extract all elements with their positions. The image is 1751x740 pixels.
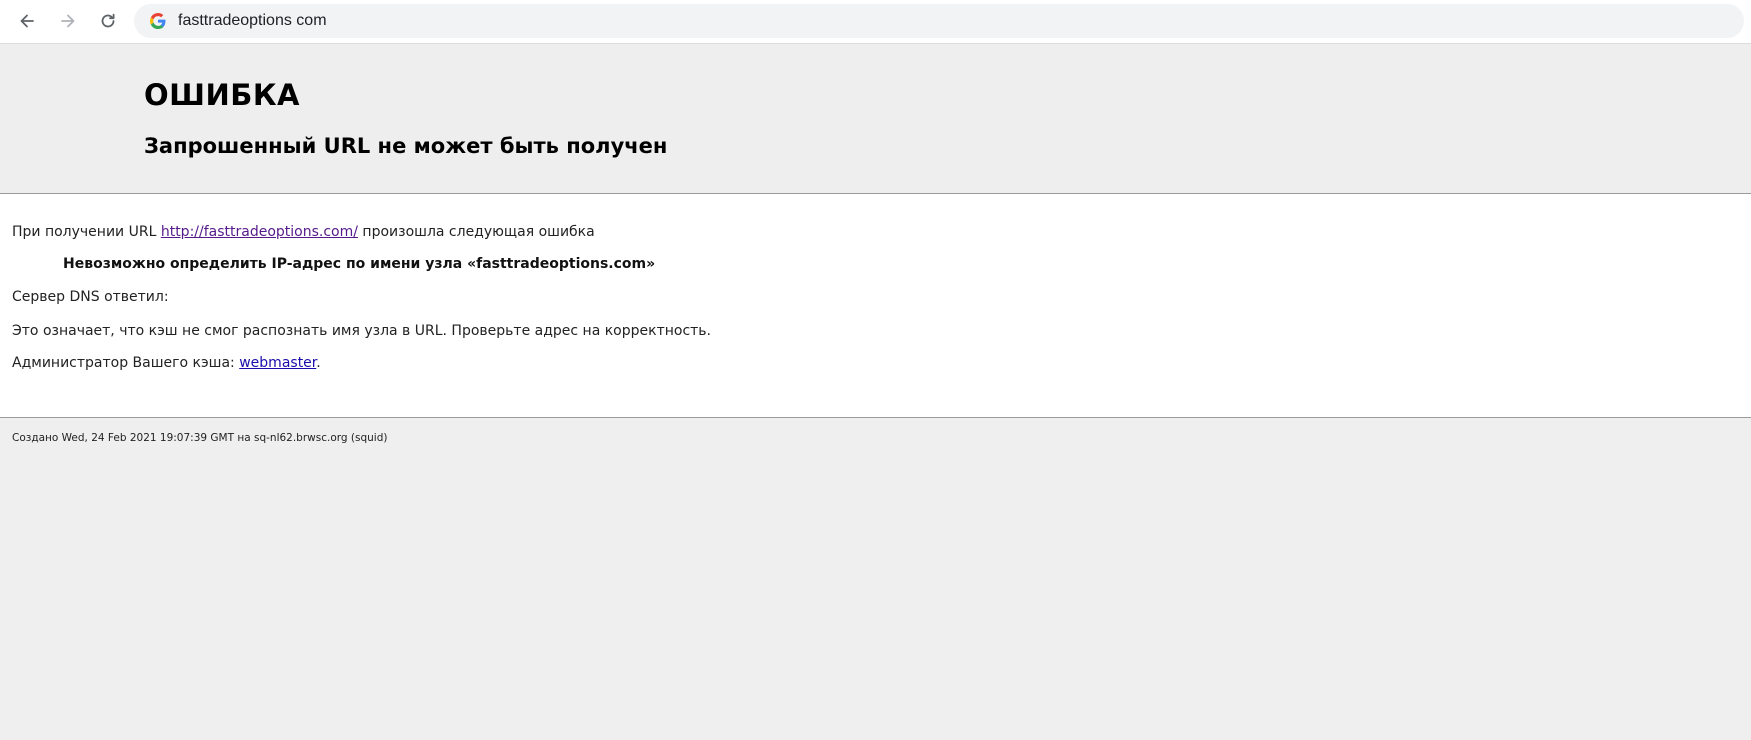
footer-text: Создано Wed, 24 Feb 2021 19:07:39 GMT на… (12, 432, 388, 444)
webmaster-link[interactable]: webmaster (239, 355, 316, 371)
explanation-text: Это означает, что кэш не смог распознать… (12, 323, 712, 339)
admin-text-after: . (316, 355, 321, 371)
page-subtitle: Запрошенный URL не может быть получен (144, 134, 668, 158)
admin-line: Администратор Вашего кэша: webmaster. (12, 355, 321, 371)
arrow-right-icon (61, 14, 75, 28)
page-title: ОШИБКА (144, 78, 301, 112)
intro-text-after: произошла следующая ошибка (362, 224, 595, 240)
dns-reply-text: Сервер DNS ответил: (12, 289, 169, 305)
google-g-icon (150, 13, 166, 29)
address-bar[interactable]: fasttradeoptions com (134, 4, 1744, 38)
url-text[interactable]: fasttradeoptions com (178, 4, 327, 38)
requested-url-link[interactable]: http://fasttradeoptions.com/ (161, 224, 358, 240)
error-message: Невозможно определить IP-адрес по имени … (63, 256, 656, 272)
forward-button[interactable] (51, 4, 85, 38)
error-content: При получении URL http://fasttradeoption… (0, 194, 1751, 418)
intro-text-before: При получении URL (12, 224, 157, 240)
back-button[interactable] (10, 4, 44, 38)
arrow-left-icon (20, 14, 34, 28)
intro-line: При получении URL http://fasttradeoption… (12, 224, 595, 240)
reload-icon (101, 13, 115, 28)
browser-toolbar: fasttradeoptions com (0, 0, 1751, 44)
admin-text-before: Администратор Вашего кэша: (12, 355, 235, 371)
reload-button[interactable] (91, 4, 125, 38)
error-header (0, 44, 1751, 194)
